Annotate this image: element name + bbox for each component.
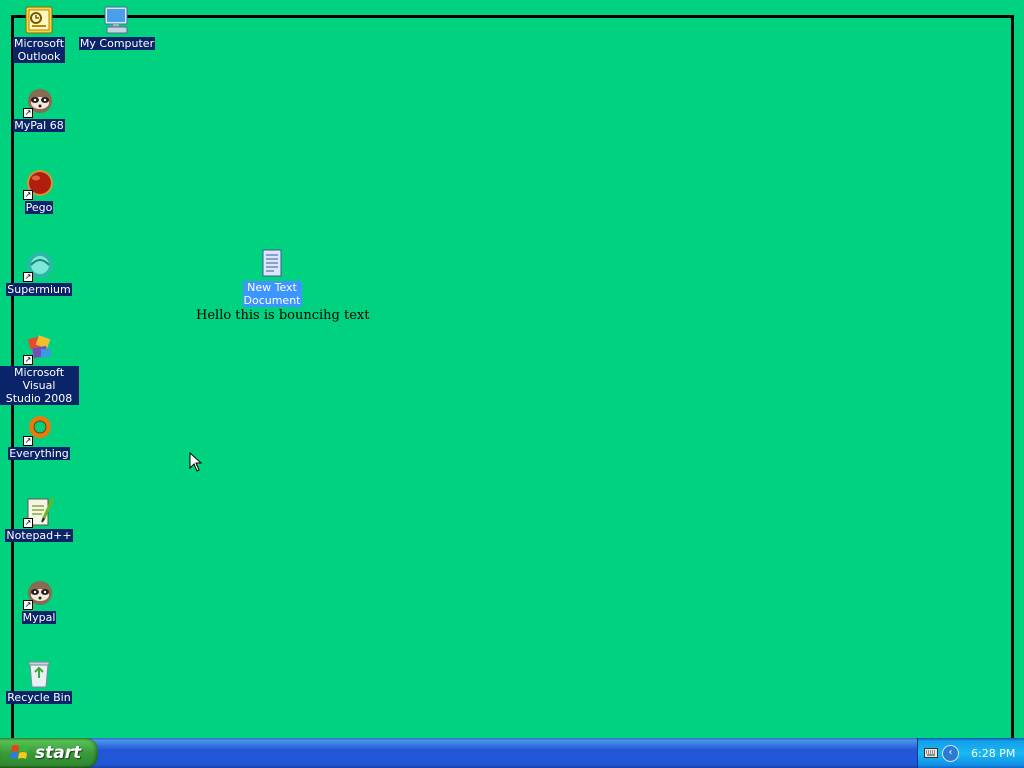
desktop-icon-label: Microsoft Visual Studio 2008 bbox=[0, 366, 79, 405]
taskbar: start ‹ 6:28 PM bbox=[0, 738, 1024, 768]
desktop-icon-mypal68[interactable]: ↗ MyPal 68 bbox=[0, 86, 79, 132]
raccoon-icon: ↗ bbox=[23, 578, 55, 610]
black-frame-right bbox=[1011, 15, 1014, 738]
desktop-icon-label: Microsoft Outlook bbox=[12, 37, 66, 63]
mouse-cursor-icon bbox=[189, 452, 203, 472]
desktop-icon-my-computer[interactable]: My Computer bbox=[77, 4, 157, 50]
computer-icon bbox=[101, 4, 133, 36]
black-frame-top bbox=[12, 15, 1014, 18]
desktop-icon-label: Supermium bbox=[6, 283, 72, 296]
desktop-icon-new-text-document[interactable]: New Text Document bbox=[232, 248, 312, 307]
raccoon-icon: ↗ bbox=[23, 86, 55, 118]
teal-globe-icon: ↗ bbox=[23, 250, 55, 282]
desktop-icon-mypal[interactable]: ↗ Mypal bbox=[0, 578, 79, 624]
desktop-icon-everything[interactable]: ↗ Everything bbox=[0, 414, 79, 460]
desktop-icon-notepadpp[interactable]: ↗ Notepad++ bbox=[0, 496, 79, 542]
bouncing-text: Hello this is bouncihg text bbox=[196, 308, 370, 323]
windows-logo-icon bbox=[10, 745, 28, 759]
clock[interactable]: 6:28 PM bbox=[971, 747, 1015, 760]
desktop-icon-label: Mypal bbox=[21, 611, 57, 624]
orange-ring-icon: ↗ bbox=[23, 414, 55, 446]
recycle-bin-icon bbox=[23, 658, 55, 690]
desktop-icon-recycle-bin[interactable]: Recycle Bin bbox=[0, 658, 79, 704]
keyboard-icon[interactable] bbox=[924, 748, 938, 758]
desktop-icon-visual-studio[interactable]: ↗ Microsoft Visual Studio 2008 bbox=[0, 333, 79, 405]
start-button[interactable]: start bbox=[0, 738, 98, 768]
desktop-icon-label: Pego bbox=[24, 201, 54, 214]
visual-studio-icon: ↗ bbox=[23, 333, 55, 365]
shortcut-arrow-icon: ↗ bbox=[23, 600, 33, 610]
desktop-icon-label: New Text Document bbox=[242, 281, 302, 307]
desktop-icon-supermium[interactable]: ↗ Supermium bbox=[0, 250, 79, 296]
shortcut-arrow-icon: ↗ bbox=[23, 272, 33, 282]
desktop-icon-label: Recycle Bin bbox=[6, 691, 72, 704]
show-hidden-icons-button[interactable]: ‹ bbox=[942, 744, 959, 762]
outlook-icon bbox=[23, 4, 55, 36]
system-tray: ‹ 6:28 PM bbox=[917, 738, 1024, 768]
shortcut-arrow-icon: ↗ bbox=[23, 190, 33, 200]
red-ball-icon: ↗ bbox=[23, 168, 55, 200]
desktop-icon-label: Everything bbox=[8, 447, 70, 460]
chevron-left-icon: ‹ bbox=[948, 747, 953, 758]
notepadpp-icon: ↗ bbox=[23, 496, 55, 528]
shortcut-arrow-icon: ↗ bbox=[23, 436, 33, 446]
shortcut-arrow-icon: ↗ bbox=[23, 355, 33, 365]
desktop-icon-label: MyPal 68 bbox=[13, 119, 65, 132]
start-label: start bbox=[35, 743, 82, 763]
shortcut-arrow-icon: ↗ bbox=[23, 518, 33, 528]
shortcut-arrow-icon: ↗ bbox=[23, 108, 33, 118]
desktop-icon-pego[interactable]: ↗ Pego bbox=[0, 168, 79, 214]
text-document-icon bbox=[256, 248, 288, 280]
desktop[interactable]: Microsoft Outlook My Computer ↗ MyPal 68… bbox=[0, 0, 1024, 738]
desktop-icon-label: My Computer bbox=[78, 37, 156, 50]
desktop-icon-outlook[interactable]: Microsoft Outlook bbox=[0, 4, 79, 63]
desktop-icon-label: Notepad++ bbox=[5, 529, 73, 542]
